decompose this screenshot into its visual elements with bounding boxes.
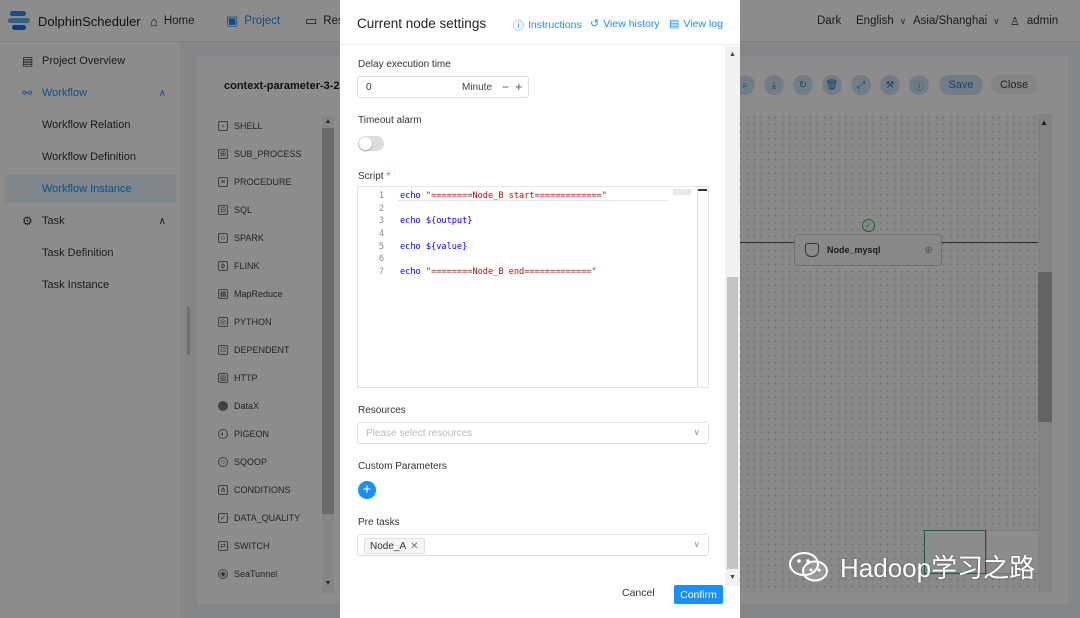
line-number: 3	[378, 216, 384, 227]
delay-value: 0	[366, 82, 372, 93]
script-editor[interactable]: 1 echo "========Node_B start=============…	[357, 186, 709, 388]
code-line[interactable]: 2	[358, 203, 678, 216]
view-history-link[interactable]: ↺ View history	[590, 17, 660, 31]
code-line[interactable]: 6	[358, 253, 678, 266]
pre-task-tag: Node_A ✕	[364, 538, 425, 554]
log-icon: ▤	[669, 18, 680, 30]
line-number: 7	[378, 266, 384, 277]
code-argument: ${output}	[425, 216, 473, 227]
code-line[interactable]: 7 echo "========Node_B end============="	[358, 266, 678, 279]
close-icon[interactable]: ✕	[410, 541, 418, 552]
code-keyword: echo	[400, 216, 421, 227]
editor-scrollbar[interactable]	[697, 187, 698, 387]
required-mark: *	[386, 171, 391, 182]
code-line[interactable]: 3 echo ${output}	[358, 215, 678, 228]
code-text: echo ${value}	[400, 242, 467, 252]
code-argument: "========Node_B end============="	[425, 266, 597, 277]
line-number: 6	[378, 254, 384, 265]
pre-tasks-label: Pre tasks	[358, 517, 400, 528]
pre-task-tag-label: Node_A	[370, 540, 407, 552]
drawer-scrollbar-thumb[interactable]	[727, 277, 738, 569]
switch-knob	[359, 137, 372, 150]
decrement-button[interactable]: −	[502, 80, 509, 94]
script-label-text: Script	[358, 171, 384, 182]
pre-tasks-select[interactable]: Node_A ✕ ∨	[357, 534, 709, 556]
instructions-link[interactable]: ⓘ Instructions	[513, 17, 582, 33]
code-line[interactable]: 1 echo "========Node_B start=============…	[358, 190, 678, 203]
script-label: Script *	[358, 171, 390, 182]
code-line[interactable]: 5 echo ${value}	[358, 240, 678, 253]
resources-placeholder: Please select resources	[366, 428, 473, 439]
scroll-up-icon[interactable]: ▲	[729, 51, 736, 58]
code-line[interactable]: 4	[358, 228, 678, 241]
instructions-label: Instructions	[528, 19, 582, 31]
scroll-down-icon[interactable]: ▼	[729, 574, 736, 581]
add-parameter-button[interactable]: +	[358, 481, 376, 499]
code-argument: "========Node_B start============="	[425, 191, 607, 202]
node-settings-drawer: Current node settings ⓘ Instructions ↺ V…	[340, 0, 740, 618]
confirm-button[interactable]: Confirm	[674, 585, 723, 604]
custom-params-label: Custom Parameters	[358, 461, 447, 472]
increment-button[interactable]: +	[515, 79, 523, 94]
timeout-label: Timeout alarm	[358, 115, 422, 126]
line-number: 1	[378, 191, 384, 202]
code-keyword: echo	[400, 241, 421, 252]
history-icon: ↺	[590, 18, 600, 30]
code-keyword: echo	[400, 191, 421, 202]
chevron-down-icon: ∨	[693, 539, 700, 549]
cancel-button[interactable]: Cancel	[622, 587, 655, 599]
delay-unit: Minute	[462, 82, 493, 93]
code-text: echo "========Node_B start============="	[400, 191, 607, 201]
view-log-label: View log	[683, 17, 723, 30]
timeout-switch[interactable]	[358, 136, 384, 151]
drawer-divider	[340, 44, 740, 45]
resources-label: Resources	[358, 405, 406, 416]
resources-select[interactable]: Please select resources ∨	[357, 422, 709, 444]
watermark: Hadoop学习之路	[788, 548, 1035, 585]
view-history-label: View history	[603, 17, 660, 30]
line-number: 5	[378, 241, 384, 252]
editor-scrollbar-thumb[interactable]	[698, 189, 707, 191]
watermark-text: Hadoop学习之路	[840, 553, 1036, 583]
view-log-link[interactable]: ▤ View log	[669, 17, 723, 31]
code-text: echo ${output}	[400, 216, 472, 226]
drawer-title: Current node settings	[357, 16, 487, 31]
line-number: 2	[378, 203, 384, 214]
wechat-icon	[788, 550, 830, 584]
code-argument: ${value}	[425, 241, 468, 252]
line-number: 4	[378, 229, 384, 240]
chevron-down-icon: ∨	[693, 427, 700, 437]
delay-input[interactable]: 0 Minute − +	[357, 76, 529, 98]
question-circle-icon: ⓘ	[513, 20, 524, 32]
code-text: echo "========Node_B end============="	[400, 267, 597, 277]
code-keyword: echo	[400, 266, 421, 277]
delay-label: Delay execution time	[358, 59, 451, 70]
